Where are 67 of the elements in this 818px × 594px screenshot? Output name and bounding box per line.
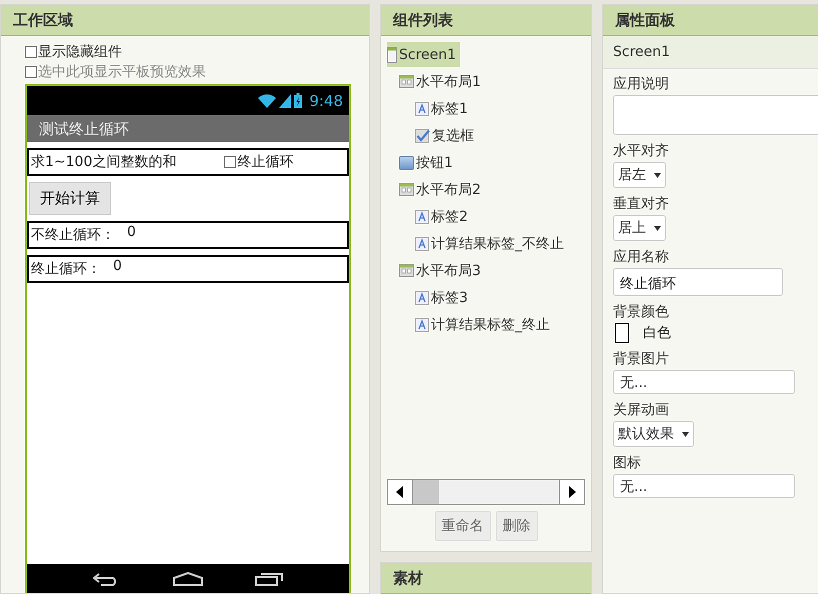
- scroll-thumb[interactable]: [413, 480, 439, 504]
- tree-item[interactable]: 水平布局2: [399, 177, 485, 202]
- tree-item[interactable]: 复选框: [415, 123, 478, 148]
- input-field[interactable]: 终止循环: [613, 268, 783, 296]
- label-text: 不终止循环：: [31, 226, 115, 244]
- property-label: 垂直对齐: [613, 195, 669, 213]
- property-label: 应用名称: [613, 248, 669, 266]
- dropdown[interactable]: 居上: [613, 215, 666, 241]
- tree-item[interactable]: 标签2: [415, 204, 472, 229]
- action-button[interactable]: 删除: [496, 511, 538, 541]
- start-button[interactable]: 开始计算: [29, 182, 111, 215]
- label-text: 终止循环：: [31, 260, 101, 278]
- property-label: 应用说明: [613, 75, 669, 93]
- result-value: 0: [113, 258, 122, 274]
- layout-icon: [399, 75, 414, 88]
- color-name: 白色: [643, 324, 671, 342]
- label-icon: [415, 318, 429, 332]
- label-icon: [415, 290, 429, 304]
- option-checkbox[interactable]: 显示隐藏组件: [25, 42, 122, 62]
- property-label: 背景图片: [613, 350, 669, 368]
- recents-icon[interactable]: [255, 572, 283, 586]
- caret-icon: [682, 432, 690, 437]
- asset-field[interactable]: 无...: [613, 370, 795, 394]
- signal-icon: [279, 94, 292, 108]
- scroll-right-icon[interactable]: [559, 480, 584, 504]
- tree-item[interactable]: 按钮1: [399, 150, 457, 175]
- layout-icon: [399, 183, 414, 196]
- component-name: Screen1: [603, 36, 818, 69]
- tree-item[interactable]: 水平布局1: [399, 69, 485, 94]
- horizontal-scrollbar[interactable]: [387, 479, 585, 505]
- layout-icon: [399, 264, 414, 277]
- status-time: 9:48: [309, 92, 343, 110]
- color-swatch[interactable]: [615, 323, 629, 343]
- home-icon[interactable]: [173, 572, 203, 586]
- panel-header: 素材: [381, 563, 591, 594]
- dropdown[interactable]: 居左: [613, 162, 666, 188]
- dropdown[interactable]: 默认效果: [613, 421, 694, 447]
- label-text: 求1~100之间整数的和: [31, 153, 176, 171]
- property-label: 关屏动画: [613, 401, 669, 419]
- screen-icon: [387, 46, 397, 62]
- tree-item[interactable]: 标签1: [415, 96, 472, 121]
- action-button[interactable]: 重命名: [434, 511, 490, 541]
- battery-icon: [294, 93, 302, 108]
- wifi-icon: [258, 94, 276, 108]
- panel-header: 属性面板: [603, 5, 818, 36]
- label-icon: [415, 102, 429, 116]
- caret-icon: [654, 226, 662, 231]
- property-label: 水平对齐: [613, 142, 669, 160]
- asset-field[interactable]: 无...: [613, 474, 795, 498]
- panel-header: 工作区域: [1, 5, 369, 36]
- app-title: 测试终止循环: [27, 115, 349, 142]
- checkbox-icon: [415, 128, 430, 142]
- scroll-left-icon[interactable]: [388, 480, 413, 504]
- tree-item[interactable]: 计算结果标签_不终止: [415, 231, 568, 256]
- tree-item[interactable]: Screen1: [387, 42, 460, 67]
- button-icon: [399, 156, 414, 170]
- result-value: 0: [127, 224, 136, 240]
- tree-item[interactable]: 水平布局3: [399, 258, 485, 283]
- tree-item[interactable]: 计算结果标签_终止: [415, 312, 554, 337]
- property-label: 图标: [613, 454, 641, 472]
- label-icon: [415, 210, 429, 224]
- property-label: 背景颜色: [613, 303, 669, 321]
- panel-header: 组件列表: [381, 5, 591, 36]
- loop-checkbox[interactable]: 终止循环: [224, 153, 294, 171]
- caret-icon: [654, 172, 662, 178]
- label-icon: [415, 236, 429, 250]
- tree-item[interactable]: 标签3: [415, 285, 472, 310]
